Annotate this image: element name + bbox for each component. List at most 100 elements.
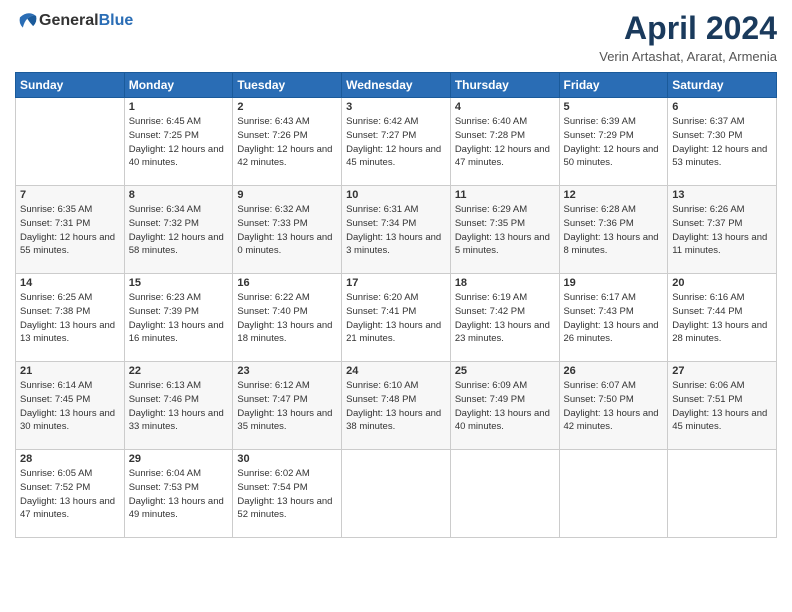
sunset: Sunset: 7:27 PM	[346, 130, 416, 141]
sunset: Sunset: 7:31 PM	[20, 218, 90, 229]
week-row-2: 14 Sunrise: 6:25 AM Sunset: 7:38 PM Dayl…	[16, 274, 777, 362]
daylight: Daylight: 12 hours and 45 minutes.	[346, 144, 441, 169]
sunset: Sunset: 7:25 PM	[129, 130, 199, 141]
day-cell: 23 Sunrise: 6:12 AM Sunset: 7:47 PM Dayl…	[233, 362, 342, 450]
sunset: Sunset: 7:34 PM	[346, 218, 416, 229]
day-info: Sunrise: 6:22 AM Sunset: 7:40 PM Dayligh…	[237, 291, 337, 346]
logo: GeneralBlue	[15, 10, 133, 32]
logo-text: GeneralBlue	[39, 12, 133, 30]
sunrise: Sunrise: 6:43 AM	[237, 116, 309, 127]
day-cell: 20 Sunrise: 6:16 AM Sunset: 7:44 PM Dayl…	[668, 274, 777, 362]
daylight: Daylight: 12 hours and 53 minutes.	[672, 144, 767, 169]
day-cell: 7 Sunrise: 6:35 AM Sunset: 7:31 PM Dayli…	[16, 186, 125, 274]
day-number: 10	[346, 189, 446, 201]
col-thursday: Thursday	[450, 73, 559, 98]
sunrise: Sunrise: 6:22 AM	[237, 292, 309, 303]
day-cell	[559, 450, 668, 538]
day-info: Sunrise: 6:31 AM Sunset: 7:34 PM Dayligh…	[346, 203, 446, 258]
day-number: 27	[672, 365, 772, 377]
day-number: 11	[455, 189, 555, 201]
day-info: Sunrise: 6:37 AM Sunset: 7:30 PM Dayligh…	[672, 115, 772, 170]
sunrise: Sunrise: 6:32 AM	[237, 204, 309, 215]
sunset: Sunset: 7:39 PM	[129, 306, 199, 317]
sunrise: Sunrise: 6:16 AM	[672, 292, 744, 303]
sunset: Sunset: 7:35 PM	[455, 218, 525, 229]
sunrise: Sunrise: 6:02 AM	[237, 468, 309, 479]
daylight: Daylight: 12 hours and 50 minutes.	[564, 144, 659, 169]
day-cell	[342, 450, 451, 538]
day-cell: 15 Sunrise: 6:23 AM Sunset: 7:39 PM Dayl…	[124, 274, 233, 362]
daylight: Daylight: 13 hours and 16 minutes.	[129, 320, 224, 345]
day-number: 8	[129, 189, 229, 201]
day-info: Sunrise: 6:10 AM Sunset: 7:48 PM Dayligh…	[346, 379, 446, 434]
week-row-1: 7 Sunrise: 6:35 AM Sunset: 7:31 PM Dayli…	[16, 186, 777, 274]
sunrise: Sunrise: 6:06 AM	[672, 380, 744, 391]
sunset: Sunset: 7:54 PM	[237, 482, 307, 493]
logo-general: General	[39, 12, 99, 29]
sunset: Sunset: 7:42 PM	[455, 306, 525, 317]
daylight: Daylight: 13 hours and 47 minutes.	[20, 496, 115, 521]
day-cell: 11 Sunrise: 6:29 AM Sunset: 7:35 PM Dayl…	[450, 186, 559, 274]
day-info: Sunrise: 6:02 AM Sunset: 7:54 PM Dayligh…	[237, 467, 337, 522]
calendar-table: Sunday Monday Tuesday Wednesday Thursday…	[15, 72, 777, 538]
day-number: 19	[564, 277, 664, 289]
day-cell: 6 Sunrise: 6:37 AM Sunset: 7:30 PM Dayli…	[668, 98, 777, 186]
sunset: Sunset: 7:46 PM	[129, 394, 199, 405]
sunset: Sunset: 7:49 PM	[455, 394, 525, 405]
sunrise: Sunrise: 6:26 AM	[672, 204, 744, 215]
sunrise: Sunrise: 6:42 AM	[346, 116, 418, 127]
day-info: Sunrise: 6:12 AM Sunset: 7:47 PM Dayligh…	[237, 379, 337, 434]
location: Verin Artashat, Ararat, Armenia	[599, 49, 777, 64]
week-row-0: 1 Sunrise: 6:45 AM Sunset: 7:25 PM Dayli…	[16, 98, 777, 186]
day-cell: 29 Sunrise: 6:04 AM Sunset: 7:53 PM Dayl…	[124, 450, 233, 538]
day-number: 20	[672, 277, 772, 289]
daylight: Daylight: 13 hours and 40 minutes.	[455, 408, 550, 433]
sunset: Sunset: 7:47 PM	[237, 394, 307, 405]
day-number: 3	[346, 101, 446, 113]
daylight: Daylight: 13 hours and 21 minutes.	[346, 320, 441, 345]
day-cell: 5 Sunrise: 6:39 AM Sunset: 7:29 PM Dayli…	[559, 98, 668, 186]
sunrise: Sunrise: 6:23 AM	[129, 292, 201, 303]
day-number: 28	[20, 453, 120, 465]
daylight: Daylight: 12 hours and 58 minutes.	[129, 232, 224, 257]
day-info: Sunrise: 6:16 AM Sunset: 7:44 PM Dayligh…	[672, 291, 772, 346]
day-cell: 19 Sunrise: 6:17 AM Sunset: 7:43 PM Dayl…	[559, 274, 668, 362]
day-number: 14	[20, 277, 120, 289]
sunset: Sunset: 7:50 PM	[564, 394, 634, 405]
daylight: Daylight: 13 hours and 28 minutes.	[672, 320, 767, 345]
sunrise: Sunrise: 6:34 AM	[129, 204, 201, 215]
month-title: April 2024	[599, 10, 777, 47]
day-cell: 18 Sunrise: 6:19 AM Sunset: 7:42 PM Dayl…	[450, 274, 559, 362]
col-wednesday: Wednesday	[342, 73, 451, 98]
day-cell	[668, 450, 777, 538]
day-info: Sunrise: 6:19 AM Sunset: 7:42 PM Dayligh…	[455, 291, 555, 346]
sunset: Sunset: 7:33 PM	[237, 218, 307, 229]
sunrise: Sunrise: 6:10 AM	[346, 380, 418, 391]
day-info: Sunrise: 6:32 AM Sunset: 7:33 PM Dayligh…	[237, 203, 337, 258]
week-row-4: 28 Sunrise: 6:05 AM Sunset: 7:52 PM Dayl…	[16, 450, 777, 538]
day-info: Sunrise: 6:34 AM Sunset: 7:32 PM Dayligh…	[129, 203, 229, 258]
sunset: Sunset: 7:45 PM	[20, 394, 90, 405]
sunset: Sunset: 7:30 PM	[672, 130, 742, 141]
day-number: 7	[20, 189, 120, 201]
page: GeneralBlue April 2024 Verin Artashat, A…	[0, 0, 792, 612]
day-number: 29	[129, 453, 229, 465]
col-tuesday: Tuesday	[233, 73, 342, 98]
day-number: 24	[346, 365, 446, 377]
day-cell: 12 Sunrise: 6:28 AM Sunset: 7:36 PM Dayl…	[559, 186, 668, 274]
day-info: Sunrise: 6:29 AM Sunset: 7:35 PM Dayligh…	[455, 203, 555, 258]
logo-blue: Blue	[99, 12, 134, 29]
day-info: Sunrise: 6:14 AM Sunset: 7:45 PM Dayligh…	[20, 379, 120, 434]
day-number: 21	[20, 365, 120, 377]
daylight: Daylight: 13 hours and 38 minutes.	[346, 408, 441, 433]
day-cell: 22 Sunrise: 6:13 AM Sunset: 7:46 PM Dayl…	[124, 362, 233, 450]
day-info: Sunrise: 6:40 AM Sunset: 7:28 PM Dayligh…	[455, 115, 555, 170]
day-info: Sunrise: 6:13 AM Sunset: 7:46 PM Dayligh…	[129, 379, 229, 434]
daylight: Daylight: 13 hours and 3 minutes.	[346, 232, 441, 257]
sunrise: Sunrise: 6:39 AM	[564, 116, 636, 127]
col-friday: Friday	[559, 73, 668, 98]
day-info: Sunrise: 6:06 AM Sunset: 7:51 PM Dayligh…	[672, 379, 772, 434]
col-monday: Monday	[124, 73, 233, 98]
day-info: Sunrise: 6:07 AM Sunset: 7:50 PM Dayligh…	[564, 379, 664, 434]
day-cell: 9 Sunrise: 6:32 AM Sunset: 7:33 PM Dayli…	[233, 186, 342, 274]
